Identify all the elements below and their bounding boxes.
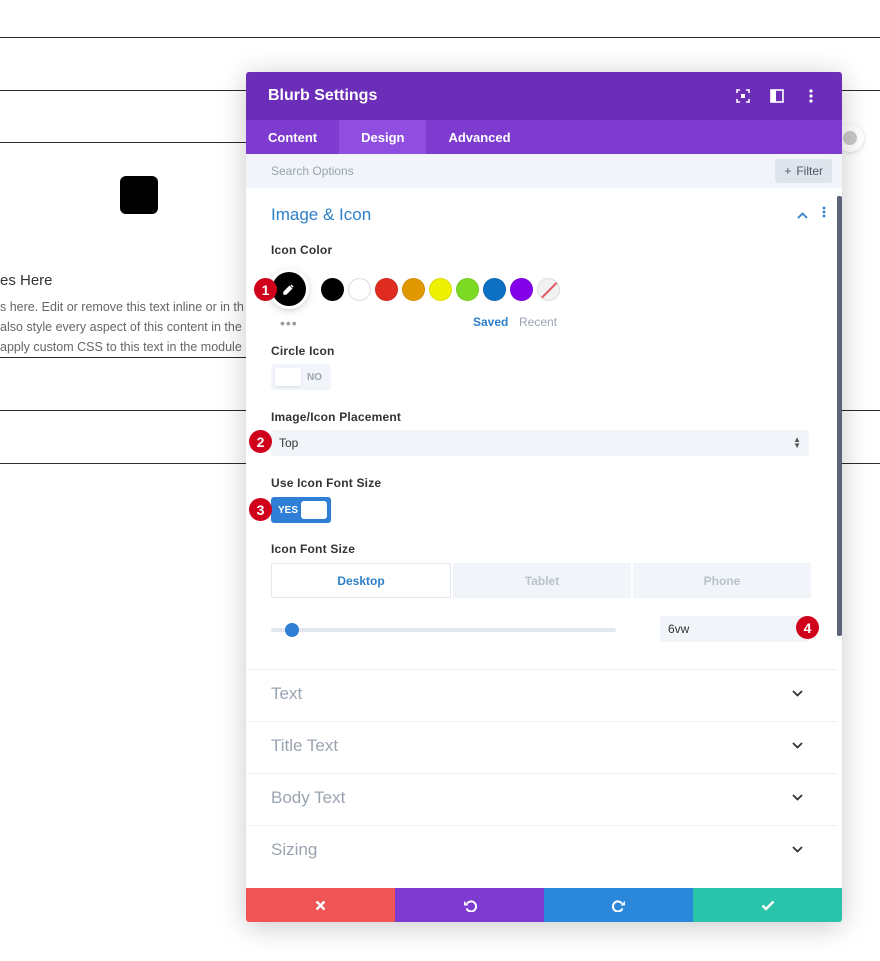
chevron-down-icon [792,688,803,700]
color-swatch-yellow[interactable] [429,278,452,301]
section-title-image-icon[interactable]: Image & Icon [271,205,371,225]
section-body-text[interactable]: Body Text [246,773,837,825]
redo-icon [611,899,625,912]
color-swatch-red[interactable] [375,278,398,301]
more-vertical-icon[interactable] [802,87,820,105]
tab-tablet[interactable]: Tablet [453,563,631,598]
placement-select[interactable]: Top ▲ ▼ [271,430,809,456]
font-size-slider-track[interactable] [271,628,616,632]
section-menu-icon[interactable] [822,206,826,221]
chevron-down-icon [792,792,803,804]
eyedropper-icon [283,284,294,295]
font-size-label: Icon Font Size [271,542,356,556]
saved-colors-tab[interactable]: Saved [473,315,508,329]
divider-line [0,37,880,38]
color-picker-button[interactable] [272,272,306,306]
tab-phone[interactable]: Phone [633,563,811,598]
color-swatches [321,278,560,301]
check-icon [761,900,774,911]
step-marker-1: 1 [254,278,277,301]
redo-button[interactable] [544,888,693,922]
toggle-state: NO [307,371,322,383]
cancel-button[interactable] [246,888,395,922]
step-marker-2: 2 [249,430,272,453]
color-swatch-green[interactable] [456,278,479,301]
blurb-icon-preview [120,176,158,214]
chevron-down-icon [792,844,803,856]
section-title: Sizing [271,840,318,859]
section-title: Title Text [271,736,339,755]
save-button[interactable] [693,888,842,922]
blurb-body-line: also style every aspect of this content … [0,320,242,334]
settings-circle-icon [843,131,857,145]
chevron-up-icon[interactable] [797,208,808,222]
section-title-text[interactable]: Title Text [246,721,837,773]
circle-icon-toggle[interactable]: NO [271,364,331,390]
icon-color-label: Icon Color [271,243,333,257]
modal-title: Blurb Settings [268,87,378,104]
divider-line [842,463,880,464]
recent-colors-tab[interactable]: Recent [519,315,557,329]
color-swatch-clear[interactable] [537,278,560,301]
circle-icon-label: Circle Icon [271,344,335,358]
color-swatch-black[interactable] [321,278,344,301]
modal-footer [246,888,842,922]
undo-icon [463,899,477,912]
section-sizing[interactable]: Sizing [246,825,837,877]
font-size-slider-handle[interactable] [285,623,299,637]
divider-line [0,142,246,143]
toggle-knob [301,501,327,519]
placement-label: Image/Icon Placement [271,410,402,424]
step-marker-4: 4 [796,616,819,639]
modal-tabs: Content Design Advanced [246,120,842,154]
search-bar: Search Options + Filter [246,154,842,188]
plus-icon: + [784,164,792,178]
section-title: Text [271,684,303,703]
font-size-input[interactable]: 6vw [660,616,810,642]
blurb-body-line: apply custom CSS to this text in the mod… [0,340,242,354]
toggle-state: YES [278,504,299,516]
tab-content[interactable]: Content [246,120,339,154]
section-title: Body Text [271,788,346,807]
placement-value: Top [279,436,299,450]
close-icon [315,900,326,910]
search-input[interactable]: Search Options [271,164,775,178]
device-tabs: Desktop Tablet Phone [271,563,811,598]
blurb-settings-modal: Blurb Settings Content Design Advanced S… [246,72,842,922]
divider-line [842,90,880,91]
blurb-body-line: s here. Edit or remove this text inline … [0,300,244,314]
toggle-knob [275,368,301,386]
select-arrows-icon: ▲ ▼ [793,435,801,450]
tab-desktop[interactable]: Desktop [271,563,451,598]
tab-design[interactable]: Design [339,120,427,154]
sidebar-layout-icon[interactable] [768,87,786,105]
blurb-title: es Here [0,272,53,289]
section-text[interactable]: Text [246,669,837,721]
color-swatch-orange[interactable] [402,278,425,301]
modal-header: Blurb Settings [246,72,842,120]
chevron-down-icon [792,740,803,752]
undo-button[interactable] [395,888,544,922]
color-swatch-white[interactable] [348,278,371,301]
more-colors-icon[interactable]: ••• [280,315,298,331]
divider-line [0,463,246,464]
divider-line [842,410,880,411]
fullscreen-icon[interactable] [734,87,752,105]
divider-line [0,357,246,358]
divider-line [0,90,246,91]
filter-button[interactable]: + Filter [775,159,832,183]
filter-label: Filter [796,164,823,178]
color-swatch-blue[interactable] [483,278,506,301]
step-marker-3: 3 [249,498,272,521]
divider-line [0,410,246,411]
color-swatch-purple[interactable] [510,278,533,301]
use-font-size-toggle[interactable]: YES [271,497,331,523]
tab-advanced[interactable]: Advanced [426,120,532,154]
use-font-size-label: Use Icon Font Size [271,476,382,490]
